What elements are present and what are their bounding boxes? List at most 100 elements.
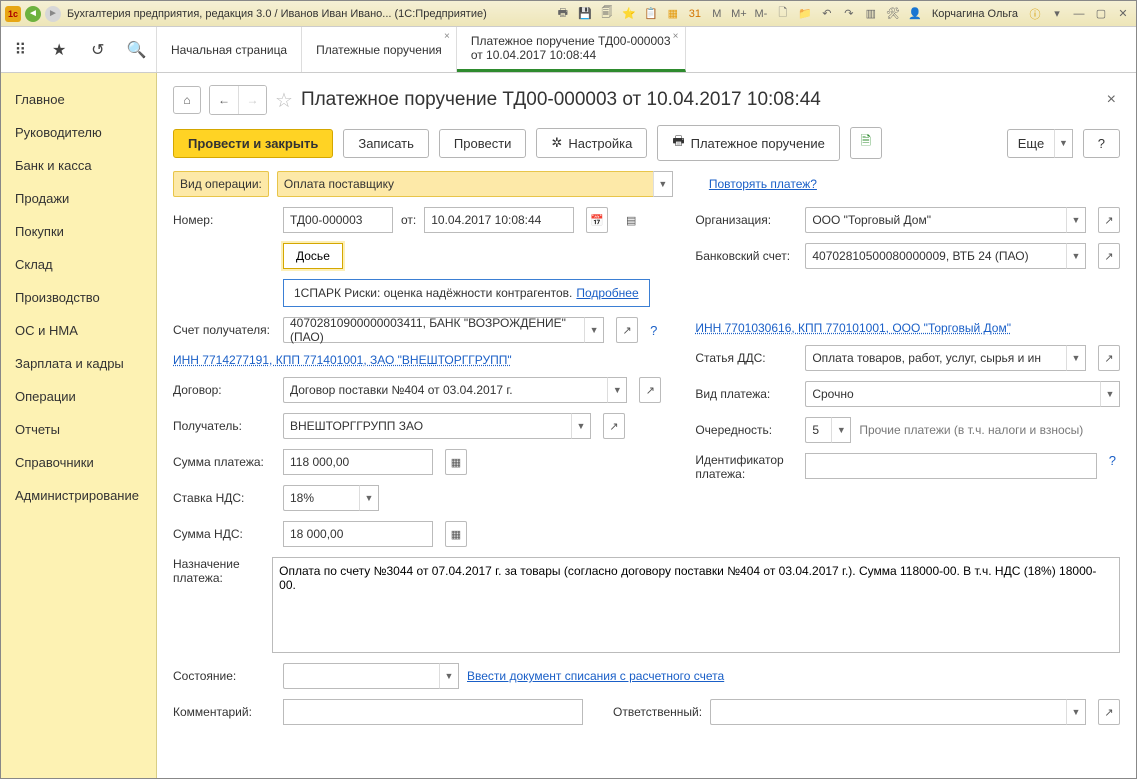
- recipient-field[interactable]: ВНЕШТОРГГРУПП ЗАО: [283, 413, 571, 439]
- m-icon[interactable]: M: [708, 5, 726, 23]
- sidebar-item-refs[interactable]: Справочники: [1, 446, 156, 479]
- chevron-down-icon[interactable]: ▼: [653, 171, 673, 197]
- recipient-acc-field[interactable]: 40702810900000003411, БАНК "ВОЗРОЖДЕНИЕ"…: [283, 317, 584, 343]
- folder-icon[interactable]: 📁: [796, 5, 814, 23]
- m-plus-icon[interactable]: M+: [730, 5, 748, 23]
- print-order-button[interactable]: 🖶Платежное поручение: [657, 125, 840, 161]
- close-icon[interactable]: ×: [444, 31, 450, 42]
- sidebar-item-assets[interactable]: ОС и НМА: [1, 314, 156, 347]
- bank-acc-field[interactable]: 40702810500080000009, ВТБ 24 (ПАО): [805, 243, 1066, 269]
- calendar-icon[interactable]: 31: [686, 5, 704, 23]
- vat-rate-field[interactable]: 18%: [283, 485, 359, 511]
- org-field[interactable]: ООО "Торговый Дом": [805, 207, 1066, 233]
- sidebar-item-main[interactable]: Главное: [1, 83, 156, 116]
- post-and-close-button[interactable]: Провести и закрыть: [173, 129, 333, 158]
- comment-field[interactable]: [283, 699, 583, 725]
- purpose-field[interactable]: [272, 557, 1120, 653]
- open-ref-icon[interactable]: ↗: [1098, 345, 1120, 371]
- recipient-inn-link[interactable]: ИНН 7714277191, КПП 771401001, ЗАО "ВНЕШ…: [173, 353, 512, 367]
- calc-icon[interactable]: ▦: [664, 5, 682, 23]
- open-ref-icon[interactable]: ↗: [616, 317, 638, 343]
- sidebar-item-manager[interactable]: Руководителю: [1, 116, 156, 149]
- calc-icon[interactable]: ▦: [445, 521, 467, 547]
- search-icon[interactable]: 🔍: [127, 40, 147, 60]
- help-button[interactable]: ?: [1083, 129, 1120, 158]
- sidebar-item-admin[interactable]: Администрирование: [1, 479, 156, 512]
- post-button[interactable]: Провести: [439, 129, 527, 158]
- user-name[interactable]: Корчагина Ольга: [928, 8, 1022, 20]
- chevron-down-icon[interactable]: ▼: [831, 417, 851, 443]
- date-field[interactable]: 10.04.2017 10:08:44: [424, 207, 574, 233]
- close-window-icon[interactable]: ✕: [1114, 5, 1132, 23]
- open-ref-icon[interactable]: ↗: [1098, 207, 1120, 233]
- apps-icon[interactable]: ⠿: [10, 40, 30, 60]
- print-icon[interactable]: 🖶: [554, 5, 572, 23]
- dossier-button[interactable]: Досье: [283, 243, 343, 269]
- wrench-icon[interactable]: 🛠: [884, 5, 902, 23]
- history-icon[interactable]: ↺: [88, 40, 108, 60]
- sidebar-item-prod[interactable]: Производство: [1, 281, 156, 314]
- undo-icon[interactable]: ↶: [818, 5, 836, 23]
- chevron-down-icon[interactable]: ▼: [1066, 243, 1086, 269]
- more-button[interactable]: Еще: [1007, 129, 1054, 158]
- chevron-down-icon[interactable]: ▼: [359, 485, 379, 511]
- contract-field[interactable]: Договор поставки №404 от 03.04.2017 г.: [283, 377, 607, 403]
- sidebar-item-stock[interactable]: Склад: [1, 248, 156, 281]
- sidebar-item-purchases[interactable]: Покупки: [1, 215, 156, 248]
- nav-back-icon[interactable]: ◄: [25, 6, 41, 22]
- chevron-down-icon[interactable]: ▼: [1054, 129, 1073, 158]
- sidebar-item-hr[interactable]: Зарплата и кадры: [1, 347, 156, 380]
- save-icon[interactable]: 💾: [576, 5, 594, 23]
- save-button[interactable]: Записать: [343, 129, 429, 158]
- sidebar-item-bank[interactable]: Банк и касса: [1, 149, 156, 182]
- chevron-down-icon[interactable]: ▼: [439, 663, 459, 689]
- favorite-toggle-icon[interactable]: ☆: [275, 88, 293, 113]
- responsible-field[interactable]: [710, 699, 1066, 725]
- info-icon[interactable]: ⓘ: [1026, 5, 1044, 23]
- vat-sum-field[interactable]: 18 000,00: [283, 521, 433, 547]
- operation-kind-field[interactable]: Оплата поставщику: [277, 171, 653, 197]
- open-ref-icon[interactable]: ↗: [639, 377, 661, 403]
- panel-icon[interactable]: ▥: [862, 5, 880, 23]
- priority-field[interactable]: 5: [805, 417, 831, 443]
- dds-field[interactable]: Оплата товаров, работ, услуг, сырья и ин: [805, 345, 1066, 371]
- pay-id-field[interactable]: [805, 453, 1096, 479]
- redo-icon[interactable]: ↷: [840, 5, 858, 23]
- sidebar-item-ops[interactable]: Операции: [1, 380, 156, 413]
- favorite-icon[interactable]: ⭐: [620, 5, 638, 23]
- sidebar-item-reports[interactable]: Отчеты: [1, 413, 156, 446]
- close-icon[interactable]: ×: [673, 31, 679, 42]
- state-field[interactable]: [283, 663, 439, 689]
- chevron-down-icon[interactable]: ▼: [571, 413, 591, 439]
- back-button[interactable]: ←: [210, 86, 238, 114]
- tab-payments-list[interactable]: Платежные поручения ×: [302, 27, 457, 72]
- chevron-down-icon[interactable]: ▼: [1066, 345, 1086, 371]
- chevron-down-icon[interactable]: ▼: [1100, 381, 1120, 407]
- tab-payment-order[interactable]: Платежное поручение ТД00-000003 от 10.04…: [457, 27, 686, 72]
- org-inn-link[interactable]: ИНН 7701030616, КПП 770101001, ООО "Торг…: [695, 321, 1011, 335]
- chevron-down-icon[interactable]: ▼: [607, 377, 627, 403]
- minimize-icon[interactable]: —: [1070, 5, 1088, 23]
- forward-button[interactable]: →: [238, 86, 266, 114]
- chevron-down-icon[interactable]: ▼: [584, 317, 604, 343]
- number-field[interactable]: ТД00-000003: [283, 207, 393, 233]
- clipboard-icon[interactable]: 📋: [642, 5, 660, 23]
- write-off-link[interactable]: Ввести документ списания с расчетного сч…: [467, 669, 724, 683]
- tab-home[interactable]: Начальная страница: [157, 27, 302, 72]
- open-ref-icon[interactable]: ↗: [603, 413, 625, 439]
- close-form-icon[interactable]: ×: [1103, 91, 1120, 109]
- calc-icon[interactable]: ▦: [445, 449, 467, 475]
- open-ref-icon[interactable]: ↗: [1098, 699, 1120, 725]
- copy-icon[interactable]: 🗐: [598, 5, 616, 23]
- spark-more-link[interactable]: Подробнее: [576, 286, 638, 300]
- m-minus-icon[interactable]: M-: [752, 5, 770, 23]
- setup-button[interactable]: ✲Настройка: [536, 128, 647, 158]
- nav-forward-icon[interactable]: ►: [45, 6, 61, 22]
- home-button[interactable]: ⌂: [173, 86, 201, 114]
- sidebar-item-sales[interactable]: Продажи: [1, 182, 156, 215]
- new-doc-icon[interactable]: 🗋: [774, 5, 792, 23]
- help-icon[interactable]: ?: [1105, 453, 1120, 468]
- amount-field[interactable]: 118 000,00: [283, 449, 433, 475]
- dropdown-icon[interactable]: ▾: [1048, 5, 1066, 23]
- calendar-icon[interactable]: 📅: [586, 207, 608, 233]
